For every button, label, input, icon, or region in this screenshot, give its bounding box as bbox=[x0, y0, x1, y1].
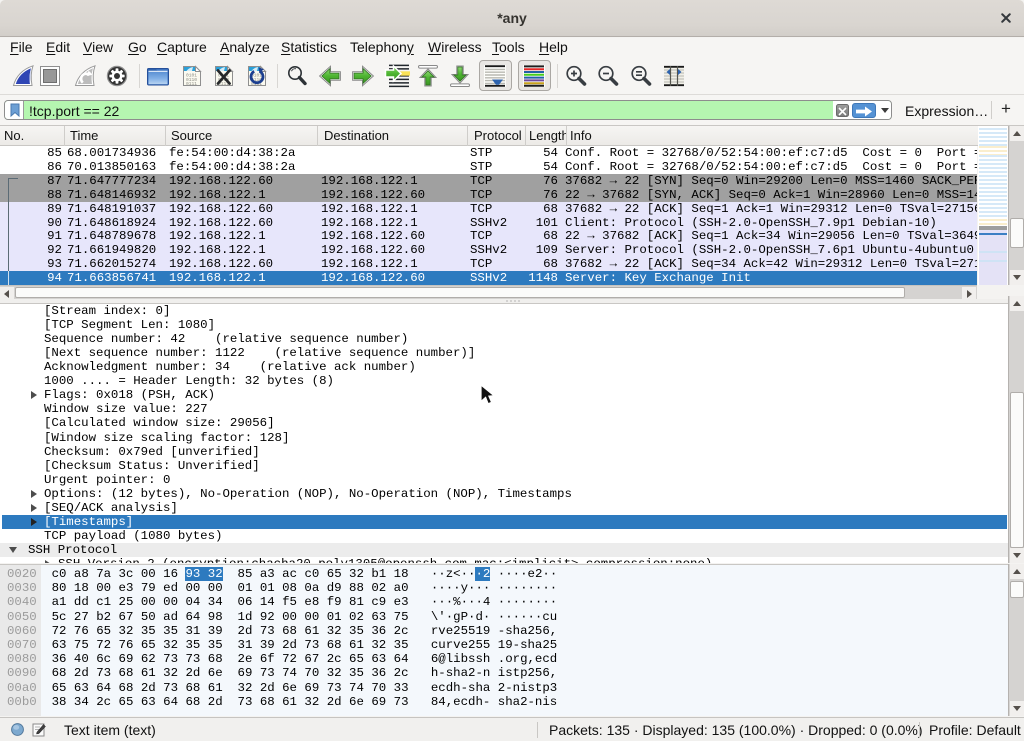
svg-text:0111: 0111 bbox=[186, 81, 197, 87]
